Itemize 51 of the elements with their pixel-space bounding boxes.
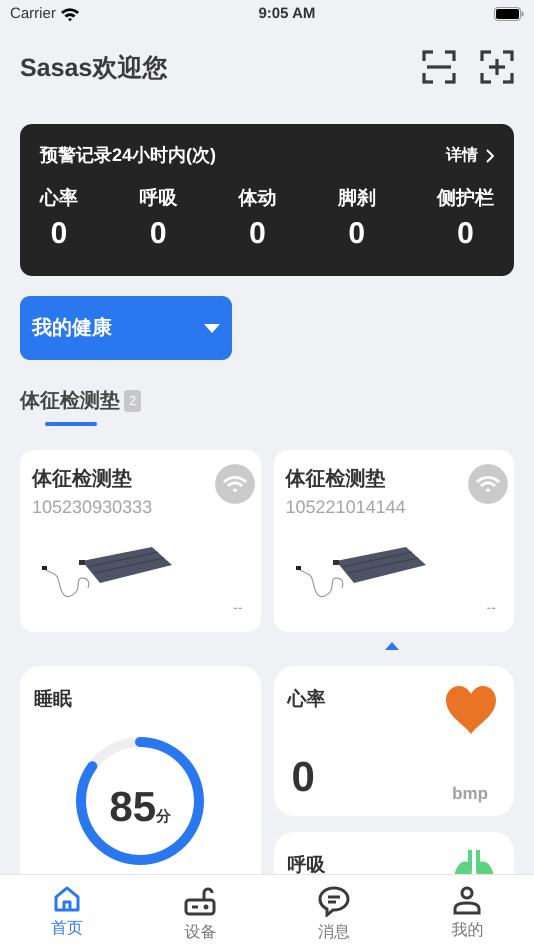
alert-count: 0 [50,216,68,252]
alert-label: 体动 [238,187,276,211]
card-title: 睡眠 [34,688,72,712]
heart-rate-unit: bmp [452,782,488,804]
battery-icon [494,7,524,21]
router-icon [184,885,216,917]
heart-rate-value: 0 [292,752,315,802]
status-time: 9:05 AM [258,4,316,24]
sleep-score: 85 [109,782,156,830]
alert-count: 0 [248,216,267,252]
caret-icon[interactable] [385,642,399,650]
device-card[interactable]: 体征检测垫 105230930333 -- [20,450,260,632]
alert-title: 预警记录24小时内(次) [40,144,216,167]
device-name: 体征检测垫 [286,467,386,492]
greeting-title: Sasas欢迎您 [20,53,168,84]
alert-label: 脚刹 [338,187,376,211]
score-unit: 分 [156,808,172,824]
chat-bubble-icon [318,885,350,917]
device-card[interactable]: 体征检测垫 105221014144 -- [274,450,514,632]
alert-count: 0 [148,216,168,252]
tab-button[interactable]: 我的 [400,875,534,950]
alert-count: 0 [456,216,475,252]
device-reading: -- [233,598,242,617]
alert-label: 侧护栏 [437,186,494,211]
device-serial: 105221014144 [286,496,407,519]
tab-button[interactable]: 首页 [0,875,134,950]
heart-rate-card[interactable]: 心率 0 bmp [274,666,514,816]
device-serial: 105230930333 [32,496,154,519]
card-title: 心率 [288,688,326,712]
add-icon[interactable] [480,50,514,84]
sleep-card[interactable]: 睡眠 85分 [20,666,260,874]
health-dropdown[interactable]: 我的健康 [20,296,232,360]
section-title[interactable]: 体征检测垫 [20,386,120,416]
home-icon [52,885,81,913]
device-reading: -- [486,598,496,617]
wifi-icon [60,6,80,22]
alert-label: 呼吸 [139,186,178,211]
scan-icon[interactable] [422,50,456,84]
alert-count: 0 [347,216,366,252]
breathing-card[interactable]: 呼吸 [274,832,514,874]
card-title: 呼吸 [288,854,326,874]
alert-label: 心率 [40,186,78,211]
tab-button[interactable]: 消息 [267,875,400,950]
tab-button[interactable]: 设备 [134,875,267,950]
carrier-name: Carrier [10,4,56,24]
chevron-icon [486,148,494,162]
device-name: 体征检测垫 [32,467,132,492]
person-icon [452,885,482,915]
details-link[interactable]: 详情 [446,144,494,168]
caret-icon [204,324,220,332]
heart-icon [446,686,496,734]
